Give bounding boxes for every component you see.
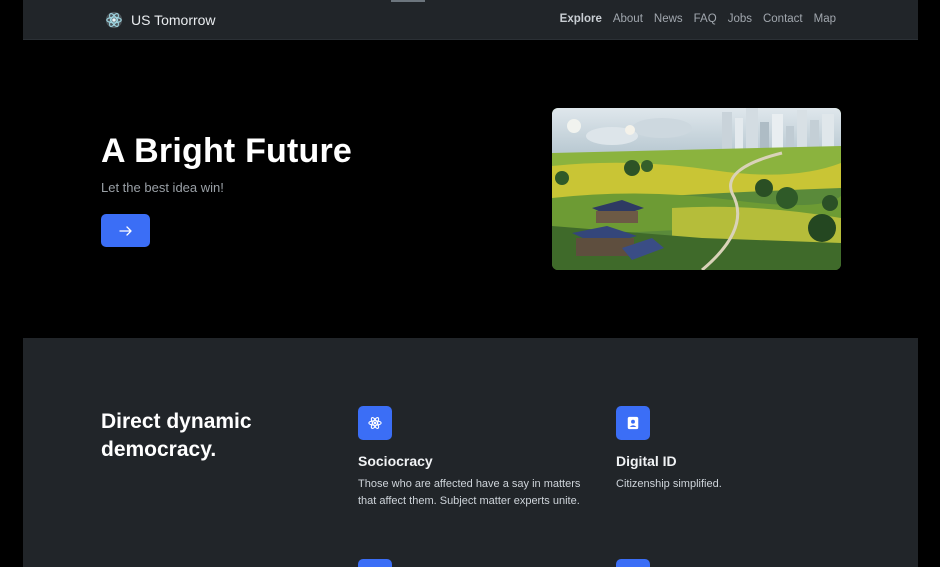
brand-name: US Tomorrow (131, 12, 216, 28)
hero-section: A Bright Future Let the best idea win! (23, 40, 918, 338)
feature-description: Citizenship simplified. (616, 478, 722, 490)
hero-subtitle: Let the best idea win! (101, 180, 224, 195)
features-heading: Direct dynamic democracy. (101, 410, 252, 461)
nav-links: Explore About News FAQ Jobs Contact Map (560, 13, 836, 25)
hero-title: A Bright Future (101, 132, 353, 170)
top-navbar: US Tomorrow Explore About News FAQ Jobs … (23, 0, 918, 40)
features-section: Direct dynamic democracy. Sociocracy Tho… (23, 338, 918, 567)
feature-icon-box (358, 406, 392, 440)
person-badge-icon (627, 416, 639, 430)
scroll-indicator (391, 0, 425, 2)
hero-cta-button[interactable] (101, 214, 150, 247)
feature-digital-id: Digital ID Citizenship simplified. (616, 406, 844, 493)
feature-icon-box (616, 406, 650, 440)
atom-icon (368, 417, 382, 429)
feature-icon-box-partial (358, 559, 392, 567)
hero-landscape-image (552, 108, 841, 270)
feature-icon-box-partial (616, 559, 650, 567)
nav-link-jobs[interactable]: Jobs (728, 13, 752, 25)
feature-sociocracy: Sociocracy Those who are affected have a… (358, 406, 586, 510)
nav-link-news[interactable]: News (654, 13, 683, 25)
page: US Tomorrow Explore About News FAQ Jobs … (23, 0, 918, 567)
brand-link[interactable]: US Tomorrow (105, 9, 216, 31)
feature-title: Digital ID (616, 453, 677, 469)
nav-link-explore[interactable]: Explore (560, 13, 602, 25)
feature-description: Those who are affected have a say in mat… (358, 478, 581, 507)
nav-link-contact[interactable]: Contact (763, 13, 803, 25)
feature-title: Sociocracy (358, 453, 433, 469)
nav-link-faq[interactable]: FAQ (694, 13, 717, 25)
nav-link-about[interactable]: About (613, 13, 643, 25)
nav-link-map[interactable]: Map (814, 13, 836, 25)
atom-logo-icon (105, 11, 123, 29)
arrow-right-icon (118, 225, 132, 236)
